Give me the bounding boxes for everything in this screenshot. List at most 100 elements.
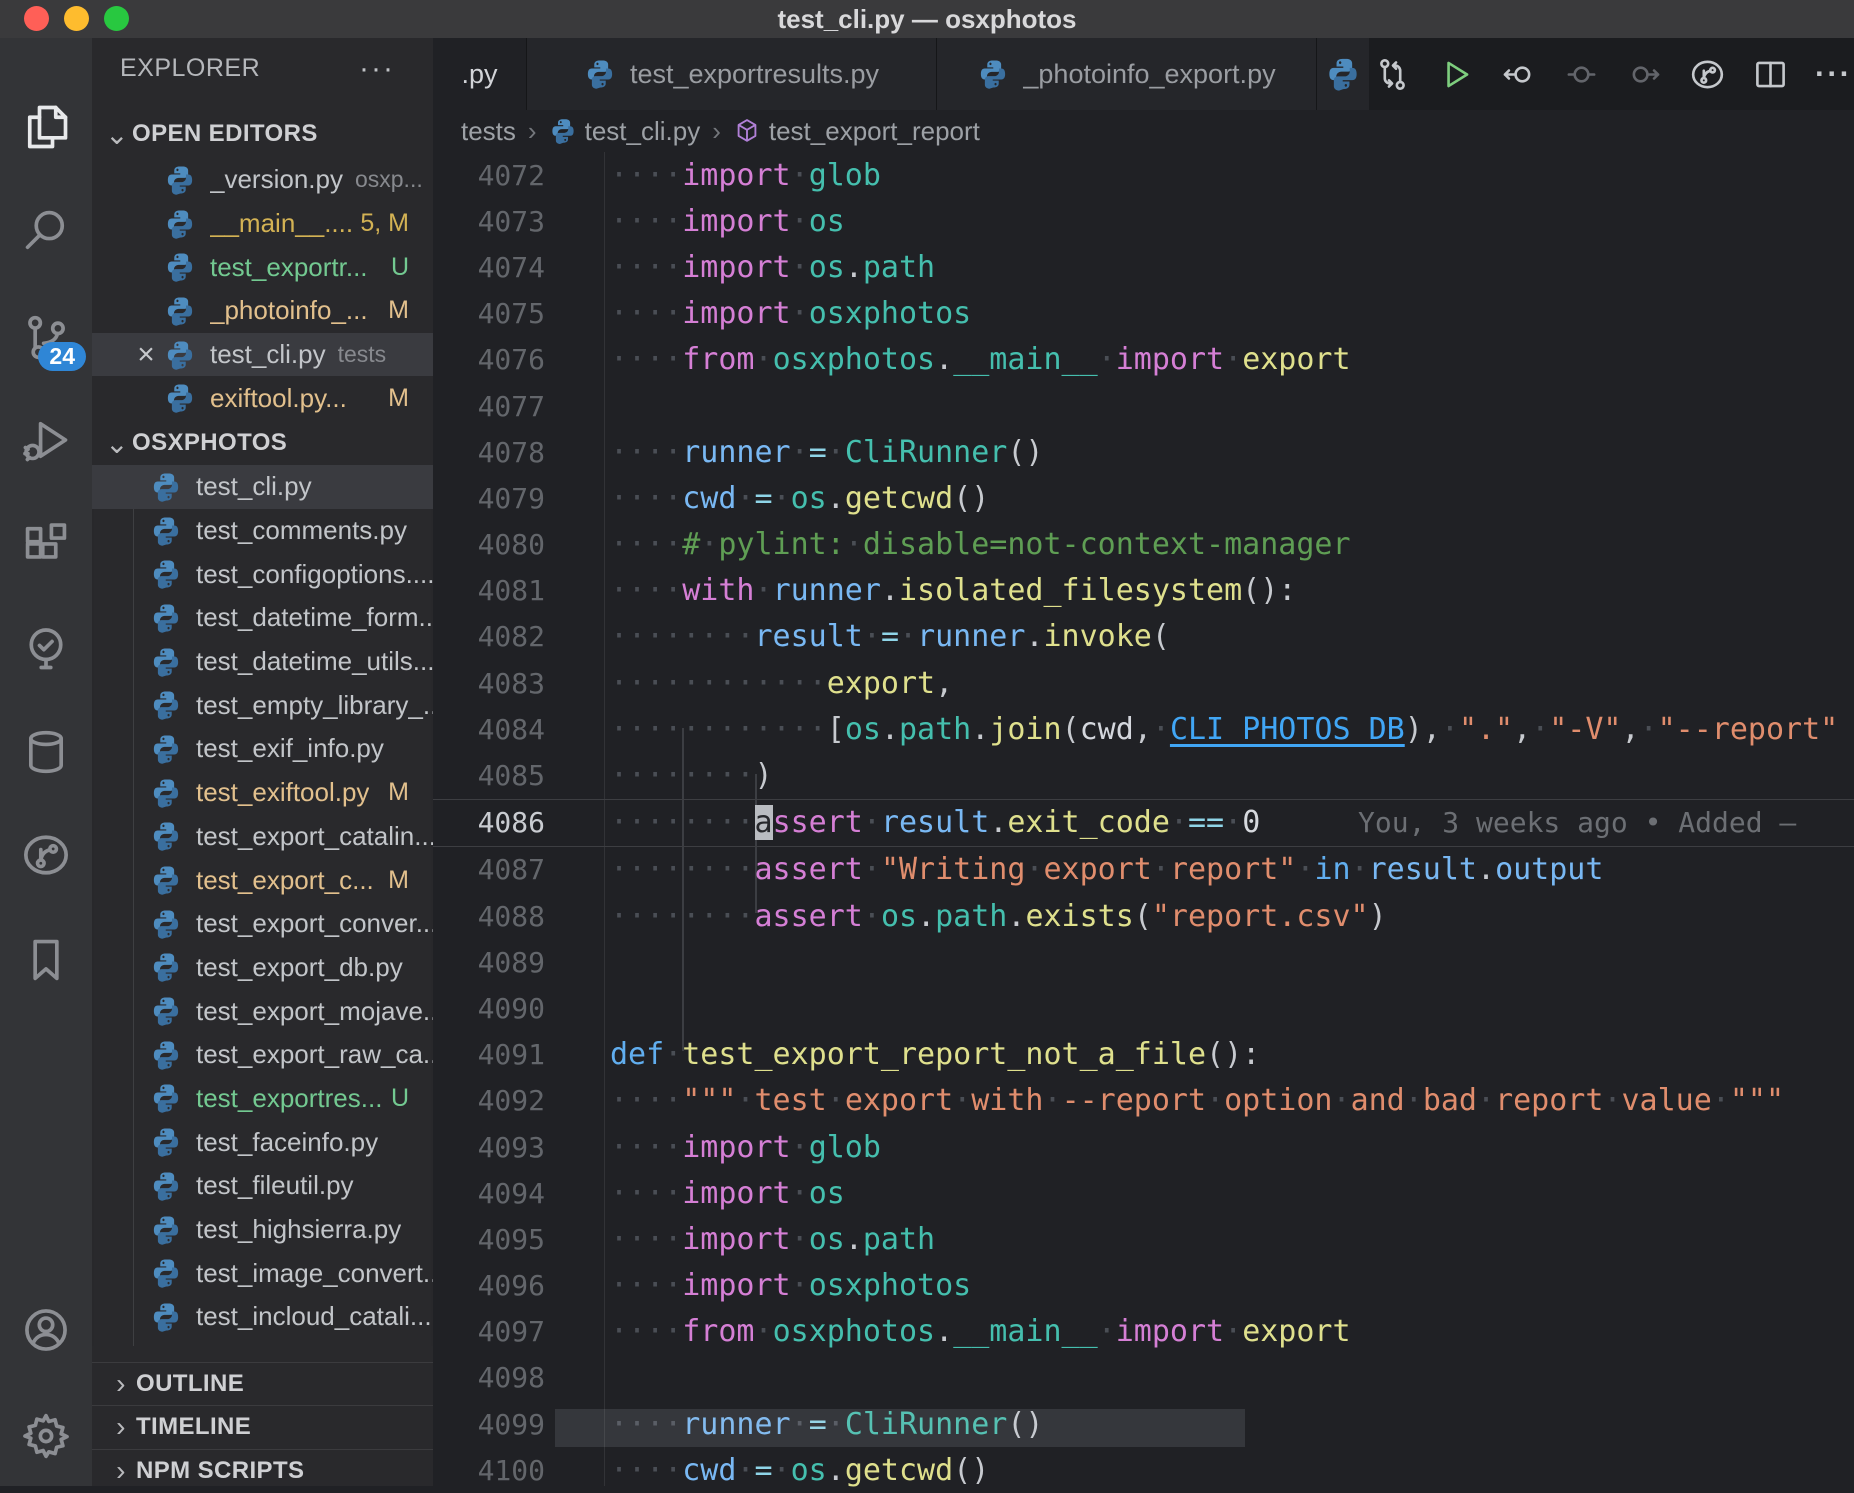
- code-line: 4080····#·pylint:·disable=not-context-ma…: [433, 522, 1854, 568]
- activity-run-and-debug-button[interactable]: [0, 394, 92, 486]
- git-status-badge: M: [388, 866, 409, 895]
- navigate-current-button[interactable]: [1550, 38, 1613, 110]
- tree-item[interactable]: test_export_c...M: [92, 858, 433, 902]
- activity-bar: 24: [0, 38, 92, 1486]
- python-file-icon: [150, 558, 182, 590]
- file-path-hint: osxp...: [355, 166, 423, 193]
- python-file-icon: [164, 251, 196, 283]
- sidebar-title: EXPLORER: [120, 54, 260, 83]
- gitcircle-icon: [1689, 56, 1726, 93]
- activity-settings-button[interactable]: [0, 1390, 92, 1482]
- git-graph-view-button[interactable]: [1676, 38, 1739, 110]
- open-editor-item[interactable]: __main__....5, M: [92, 202, 433, 246]
- close-window-button[interactable]: [24, 6, 49, 31]
- section-timeline[interactable]: ›TIMELINE: [92, 1405, 433, 1449]
- line-number: 4081: [433, 574, 545, 607]
- open-editors-section-header[interactable]: ⌄ OPEN EDITORS: [102, 112, 318, 156]
- activity-git-graph-button[interactable]: [0, 809, 92, 901]
- file-name: test_export_catalin...: [196, 821, 433, 852]
- python-file-icon: [164, 339, 196, 371]
- tree-item[interactable]: test_faceinfo.py: [92, 1120, 433, 1164]
- tree-item[interactable]: test_export_db.py: [92, 946, 433, 990]
- tree-item[interactable]: test_export_catalin...: [92, 815, 433, 859]
- tree-item[interactable]: test_incloud_catali...: [92, 1295, 433, 1339]
- project-section-header[interactable]: ⌄ OSXPHOTOS: [102, 421, 287, 465]
- code-line: 4076····from·osxphotos.__main__·import·e…: [433, 337, 1854, 383]
- tree-item[interactable]: test_export_conver...: [92, 902, 433, 946]
- tree-item[interactable]: test_exportres...U: [92, 1077, 433, 1121]
- python-icon: [549, 117, 577, 145]
- editor-tab[interactable]: .py: [433, 38, 527, 110]
- tree-item-selected[interactable]: test_cli.py: [92, 465, 433, 509]
- breadcrumb-item[interactable]: test_cli.py: [549, 116, 701, 147]
- python-file-icon: [150, 1082, 182, 1114]
- extensions-icon: [20, 519, 72, 571]
- tree-item[interactable]: test_exiftool.pyM: [92, 771, 433, 815]
- activity-source-control-button[interactable]: 24: [0, 291, 92, 383]
- python-file-icon: [150, 1039, 182, 1071]
- run-python-file-button[interactable]: [1424, 38, 1487, 110]
- zoom-window-button[interactable]: [104, 6, 129, 31]
- line-number: 4095: [433, 1223, 545, 1256]
- line-number: 4083: [433, 667, 545, 700]
- more-actions-icon[interactable]: ···: [359, 52, 395, 86]
- git-blame-annotation: You, 3 weeks ago • Added —: [1358, 806, 1796, 839]
- tab-label: _photoinfo_export.py: [1023, 59, 1275, 90]
- tree-item[interactable]: test_export_mojave...: [92, 989, 433, 1033]
- tree-item[interactable]: test_datetime_utils....: [92, 640, 433, 684]
- python-file-icon: [150, 1170, 182, 1202]
- chevron-down-icon: ⌄: [102, 118, 132, 151]
- tree-item[interactable]: test_export_raw_ca...: [92, 1033, 433, 1077]
- tree-item[interactable]: test_configoptions....: [92, 552, 433, 596]
- breadcrumb-item[interactable]: test_export_report: [733, 116, 980, 147]
- split-editor-button[interactable]: [1739, 38, 1802, 110]
- navigate-forward-button[interactable]: [1613, 38, 1676, 110]
- git-status-badge: 5, M: [360, 209, 409, 238]
- python-file-icon: [164, 382, 196, 414]
- open-editor-item[interactable]: _version.pyosxp...: [92, 158, 433, 202]
- activity-testing-button[interactable]: [0, 602, 92, 694]
- tree-item[interactable]: test_highsierra.py: [92, 1208, 433, 1252]
- line-number: 4074: [433, 251, 545, 284]
- diff-icon: [1374, 56, 1411, 93]
- activity-search-button[interactable]: [0, 185, 92, 277]
- editor-tab[interactable]: _photoinfo_export.py: [937, 38, 1317, 110]
- line-number: 4077: [433, 390, 545, 423]
- close-editor-icon[interactable]: ×: [128, 338, 164, 372]
- code-line: 4082········result·=·runner.invoke(: [433, 614, 1854, 660]
- tree-item[interactable]: test_empty_library_...: [92, 683, 433, 727]
- section-outline[interactable]: ›OUTLINE: [92, 1362, 433, 1406]
- activity-extensions-button[interactable]: [0, 499, 92, 591]
- tree-item[interactable]: test_datetime_form...: [92, 596, 433, 640]
- horizontal-scrollbar[interactable]: [555, 1409, 1245, 1447]
- more-actions-button[interactable]: ···: [1802, 38, 1854, 110]
- activity-account-button[interactable]: [0, 1284, 92, 1376]
- breadcrumb-item[interactable]: tests: [461, 116, 516, 147]
- testing-icon: [20, 622, 72, 674]
- section-npm-scripts[interactable]: ›NPM SCRIPTS: [92, 1449, 433, 1487]
- editor-tab[interactable]: test_exportresults.py: [527, 38, 937, 110]
- chevron-right-icon: ›: [106, 1455, 136, 1486]
- tree-item[interactable]: test_exif_info.py: [92, 727, 433, 771]
- file-name: test_faceinfo.py: [196, 1127, 378, 1158]
- python-file-icon: [150, 995, 182, 1027]
- tree-item[interactable]: test_image_convert...: [92, 1251, 433, 1295]
- open-editor-item[interactable]: exiftool.py...M: [92, 376, 433, 420]
- chevron-down-icon: ⌄: [102, 427, 132, 460]
- open-editor-item[interactable]: _photoinfo_...M: [92, 289, 433, 333]
- tree-item[interactable]: test_fileutil.py: [92, 1164, 433, 1208]
- search-icon: [20, 205, 72, 257]
- activity-explorer-button[interactable]: [0, 81, 92, 173]
- activity-database-button[interactable]: [0, 706, 92, 798]
- tree-item[interactable]: test_comments.py: [92, 509, 433, 553]
- minimize-window-button[interactable]: [64, 6, 89, 31]
- database-icon: [20, 726, 72, 778]
- git-status-badge: U: [391, 253, 409, 282]
- sidebar-header: EXPLORER ···: [92, 38, 433, 98]
- navigate-back-button[interactable]: [1487, 38, 1550, 110]
- activity-bookmarks-button[interactable]: [0, 914, 92, 1006]
- open-editor-item-selected[interactable]: ×test_cli.pytests: [92, 333, 433, 377]
- open-editor-item[interactable]: test_exportr...U: [92, 245, 433, 289]
- compare-changes-button[interactable]: [1361, 38, 1424, 110]
- file-tree: test_cli.pytest_comments.pytest_configop…: [92, 465, 433, 1346]
